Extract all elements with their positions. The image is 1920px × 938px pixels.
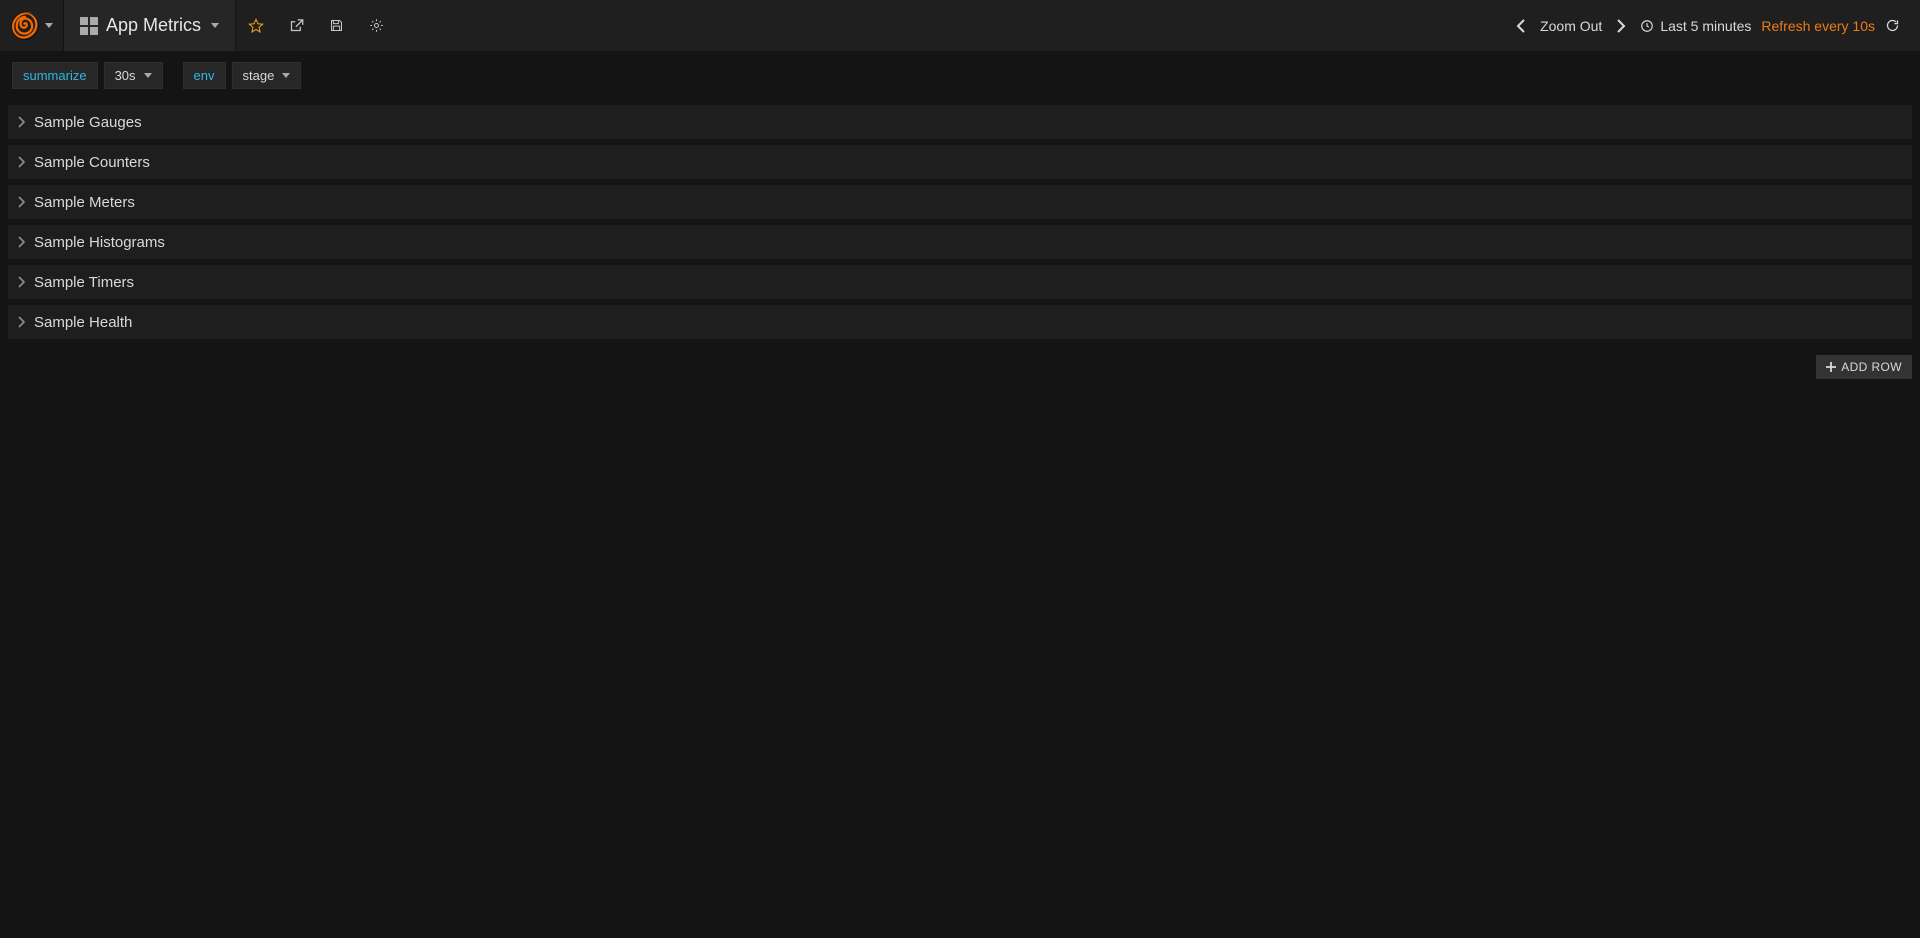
chevron-down-icon	[45, 23, 53, 28]
zoom-out-button[interactable]: Zoom Out	[1540, 18, 1602, 34]
grafana-logo-icon	[10, 11, 40, 41]
add-row-button[interactable]: ADD ROW	[1816, 355, 1912, 379]
chevron-right-icon	[1616, 19, 1626, 33]
clock-icon	[1640, 19, 1654, 33]
chevron-down-icon	[282, 73, 290, 78]
save-dashboard-button[interactable]	[316, 0, 356, 51]
add-row-wrap: ADD ROW	[0, 345, 1920, 379]
chevron-left-icon	[1516, 19, 1526, 33]
var-env-label: env	[183, 62, 226, 89]
chevron-right-icon	[18, 196, 26, 208]
save-icon	[329, 18, 344, 33]
row-title: Sample Timers	[34, 274, 134, 291]
topbar-right: Zoom Out Last 5 minutes Refresh every 10…	[1512, 0, 1920, 51]
chevron-right-icon	[18, 116, 26, 128]
row-header[interactable]: Sample Timers	[8, 265, 1912, 299]
var-summarize-label: summarize	[12, 62, 98, 89]
chevron-down-icon	[211, 23, 219, 28]
var-summarize-value-dropdown[interactable]: 30s	[104, 62, 163, 89]
row-header[interactable]: Sample Gauges	[8, 105, 1912, 139]
settings-button[interactable]	[356, 0, 396, 51]
add-row-label: ADD ROW	[1841, 360, 1902, 374]
chevron-right-icon	[18, 316, 26, 328]
row-header[interactable]: Sample Health	[8, 305, 1912, 339]
dashboard-title: App Metrics	[106, 15, 201, 36]
share-icon	[289, 18, 304, 33]
chevron-right-icon	[18, 276, 26, 288]
time-range-back-button[interactable]	[1512, 19, 1530, 33]
auto-refresh-picker[interactable]: Refresh every 10s	[1761, 18, 1875, 34]
row-header[interactable]: Sample Meters	[8, 185, 1912, 219]
row-header[interactable]: Sample Counters	[8, 145, 1912, 179]
var-summarize-value: 30s	[115, 68, 136, 83]
row-header[interactable]: Sample Histograms	[8, 225, 1912, 259]
template-variable-bar: summarize 30s env stage	[0, 52, 1920, 99]
refresh-icon	[1885, 18, 1900, 33]
row-title: Sample Counters	[34, 154, 150, 171]
topbar-left: App Metrics	[0, 0, 396, 51]
dashboard-picker[interactable]: App Metrics	[64, 0, 236, 51]
time-range-picker[interactable]: Last 5 minutes	[1640, 18, 1751, 34]
row-title: Sample Gauges	[34, 114, 142, 131]
time-range-forward-button[interactable]	[1612, 19, 1630, 33]
row-title: Sample Meters	[34, 194, 135, 211]
chevron-down-icon	[144, 73, 152, 78]
row-title: Sample Health	[34, 314, 132, 331]
star-dashboard-button[interactable]	[236, 0, 276, 51]
chevron-right-icon	[18, 236, 26, 248]
share-dashboard-button[interactable]	[276, 0, 316, 51]
var-env-value: stage	[243, 68, 275, 83]
chevron-right-icon	[18, 156, 26, 168]
grafana-logo-menu[interactable]	[0, 0, 64, 51]
toolbar-icons	[236, 0, 396, 51]
top-navbar: App Metrics	[0, 0, 1920, 52]
dashboard-grid-icon	[80, 17, 98, 35]
refresh-now-button[interactable]	[1885, 18, 1900, 33]
var-env-value-dropdown[interactable]: stage	[232, 62, 302, 89]
plus-icon	[1826, 362, 1836, 372]
row-title: Sample Histograms	[34, 234, 165, 251]
gear-icon	[369, 18, 384, 33]
dashboard-rows: Sample Gauges Sample Counters Sample Met…	[0, 105, 1920, 339]
star-icon	[248, 18, 264, 34]
time-range-label: Last 5 minutes	[1660, 18, 1751, 34]
